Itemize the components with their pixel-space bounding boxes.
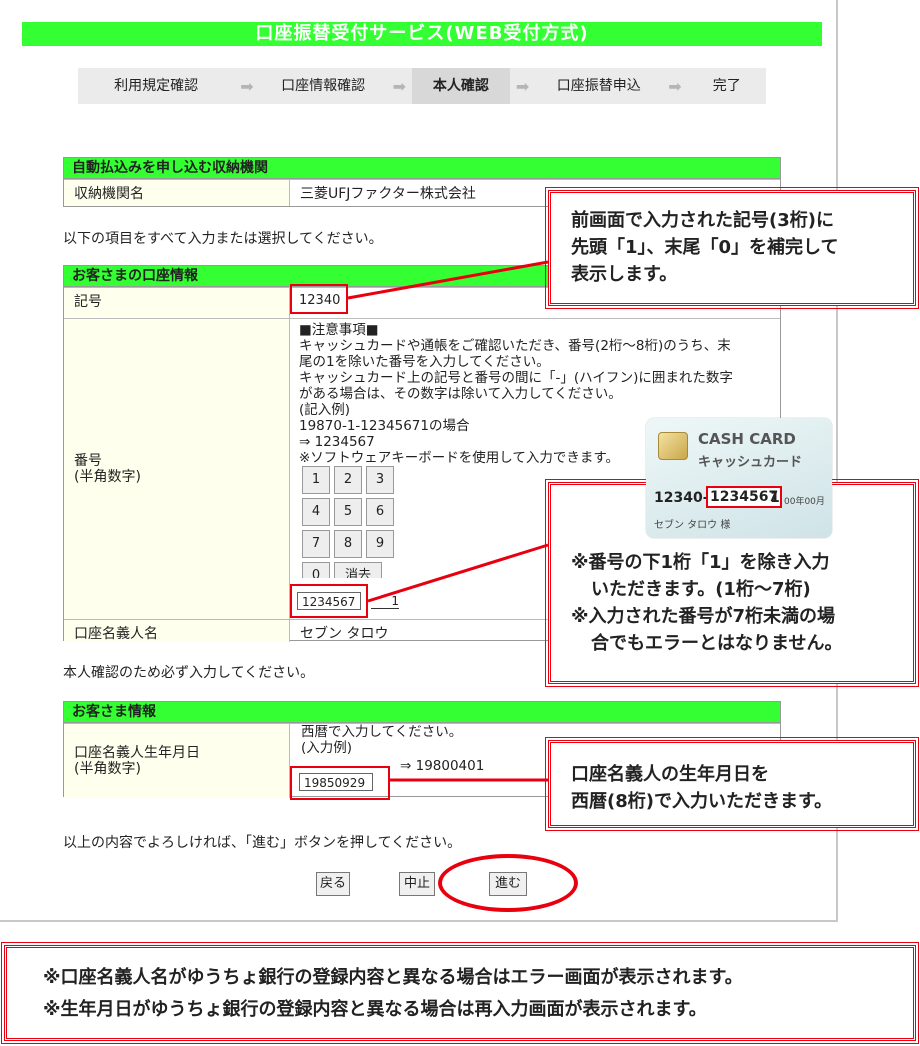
card-date: 00年00月 — [784, 497, 825, 507]
callout-line: 前画面で入力された記号(3桁)に — [571, 210, 834, 231]
symbol-callout: 前画面で入力された記号(3桁)に 先頭「1」、末尾「0」を補完して 表示します。 — [545, 187, 919, 309]
callout-line: ※入力された番号が7桁未満の場 — [571, 606, 836, 627]
chip-icon — [658, 432, 688, 460]
cash-card-image: CASH CARD キャッシュカード 12340- 1234567 1 00年0… — [646, 418, 832, 538]
callout-line: 先頭「1」、末尾「0」を補完して — [571, 237, 839, 258]
callout-line: 西暦(8桁)で入力いただきます。 — [571, 791, 833, 812]
dob-callout: 口座名義人の生年月日を 西暦(8桁)で入力いただきます。 — [545, 737, 919, 831]
callout-line: 口座名義人の生年月日を — [571, 764, 769, 785]
card-title: CASH CARD — [698, 430, 796, 448]
callout-line: いただきます。(1桁〜7桁) — [591, 579, 811, 600]
card-symbol: 12340- — [654, 490, 709, 506]
card-number-suffix: 1 — [770, 490, 780, 506]
card-holder: セブン タロウ 様 — [654, 520, 731, 531]
card-subtitle: キャッシュカード — [698, 455, 803, 470]
notice-line: ※生年月日がゆうちょ銀行の登録内容と異なる場合は再入力画面が表示されます。 — [43, 999, 707, 1020]
callout-line: 合でもエラーとはなりません。 — [591, 633, 843, 654]
bottom-notice: ※口座名義人名がゆうちょ銀行の登録内容と異なる場合はエラー画面が表示されます。 … — [1, 942, 919, 1044]
notice-line: ※口座名義人名がゆうちょ銀行の登録内容と異なる場合はエラー画面が表示されます。 — [43, 967, 743, 988]
callout-line: 表示します。 — [571, 264, 678, 285]
callout-line: ※番号の下1桁「1」を除き入力 — [571, 552, 830, 573]
